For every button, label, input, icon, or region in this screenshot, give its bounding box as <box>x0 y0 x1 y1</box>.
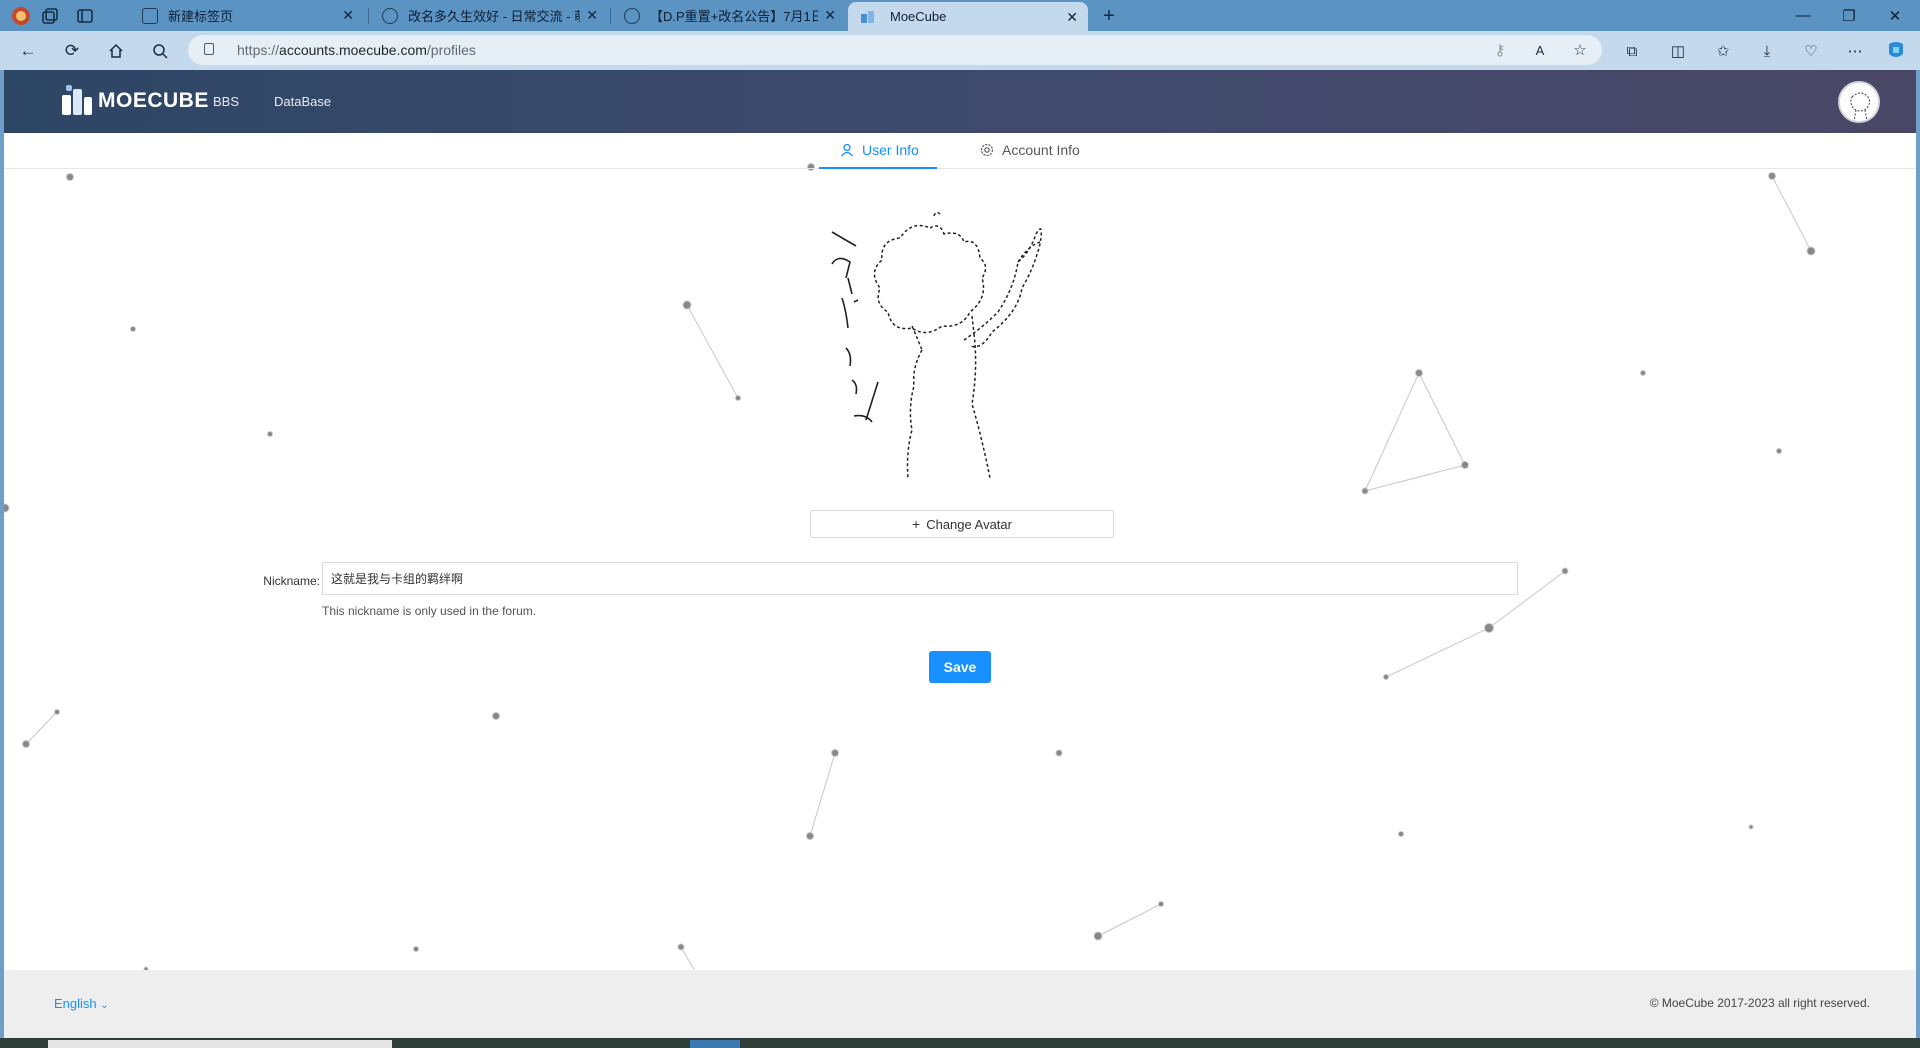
nickname-input[interactable]: 这就是我与卡组的羁绊啊 <box>322 562 1518 595</box>
chevron-down-icon: ⌄ <box>100 1000 109 1011</box>
browser-tab-forum-1[interactable]: 改名多久生效好 - 日常交流 - 萌卡 ✕ <box>370 0 608 31</box>
taskbar-edge <box>0 1038 1920 1048</box>
moecube-logo[interactable]: MOECUBE <box>62 82 209 120</box>
gear-icon <box>980 143 994 157</box>
browser-tab-moecube[interactable]: MoeCube ✕ <box>848 2 1088 31</box>
new-tab-icon[interactable]: + <box>1098 5 1120 27</box>
user-icon <box>840 143 854 157</box>
nickname-label: Nickname: <box>263 574 320 588</box>
copilot-icon[interactable] <box>1884 39 1908 63</box>
profile-tabs: User Info Account Info <box>4 133 1916 169</box>
nav-bbs[interactable]: BBS <box>213 94 239 109</box>
taskbar-window-thumb <box>48 1040 392 1048</box>
chat-bubble-icon <box>382 7 398 24</box>
address-bar-row: ← ⟳ https://accounts.moecube.com/profile… <box>0 31 1920 70</box>
close-icon[interactable]: ✕ <box>1066 9 1078 26</box>
tab-title: 【D.P重置+改名公告】7月1日D.P <box>650 9 818 24</box>
moecube-favicon-icon <box>860 9 876 25</box>
lock-icon <box>204 43 214 55</box>
window-close-icon[interactable]: ✕ <box>1872 0 1918 31</box>
taskbar-app-thumb <box>690 1040 740 1048</box>
tab-account-info[interactable]: Account Info <box>980 142 1080 158</box>
browser-tabstrip: 新建标签页 ✕ 改名多久生效好 - 日常交流 - 萌卡 ✕ 【D.P重置+改名公… <box>0 0 1920 31</box>
split-screen-icon[interactable]: ◫ <box>1666 39 1690 63</box>
more-menu-icon[interactable]: ⋯ <box>1843 39 1867 63</box>
cube-logo-icon <box>62 85 92 117</box>
active-tab-indicator <box>819 167 937 169</box>
refresh-icon[interactable]: ⟳ <box>60 39 84 63</box>
close-icon[interactable]: ✕ <box>342 7 354 24</box>
plus-icon: + <box>912 516 921 532</box>
close-icon[interactable]: ✕ <box>824 7 836 24</box>
restore-icon[interactable]: ❐ <box>1826 0 1872 31</box>
url-text: https://accounts.moecube.com/profiles <box>237 42 476 58</box>
chat-bubble-icon <box>624 7 640 24</box>
save-button[interactable]: Save <box>929 651 991 683</box>
language-selector[interactable]: English ⌄ <box>54 996 109 1011</box>
tab-title: 新建标签页 <box>168 9 234 24</box>
download-icon[interactable]: ⤓ <box>1755 39 1779 63</box>
search-icon[interactable] <box>148 39 172 63</box>
tab-separator <box>368 8 369 24</box>
tab-separator <box>610 8 611 24</box>
browser-essentials-icon[interactable]: ♡ <box>1799 39 1823 63</box>
nickname-value: 这就是我与卡组的羁绊啊 <box>331 572 464 586</box>
browser-tab-newtab[interactable]: 新建标签页 ✕ <box>130 0 364 31</box>
extensions-icon[interactable]: ⧉ <box>1620 39 1644 63</box>
change-avatar-button[interactable]: + Change Avatar <box>810 510 1114 538</box>
user-avatar[interactable] <box>1838 81 1880 123</box>
page-icon <box>142 7 158 24</box>
workspaces-icon[interactable] <box>40 5 62 27</box>
tab-user-info[interactable]: User Info <box>840 142 919 158</box>
close-icon[interactable]: ✕ <box>586 7 598 24</box>
key-icon[interactable]: ⚷ <box>1488 38 1512 62</box>
nav-database[interactable]: DataBase <box>274 94 331 109</box>
site-footer: English ⌄ © MoeCube 2017-2023 all right … <box>4 970 1916 1038</box>
profile-avatar-icon[interactable] <box>10 5 32 27</box>
nickname-help-text: This nickname is only used in the forum. <box>322 604 537 618</box>
tab-label: User Info <box>862 142 919 158</box>
change-avatar-label: Change Avatar <box>926 516 1012 532</box>
home-icon[interactable] <box>104 39 128 63</box>
copyright-text: © MoeCube 2017-2023 all right reserved. <box>1649 996 1870 1010</box>
tab-actions-icon[interactable] <box>74 5 96 27</box>
favorite-star-icon[interactable]: ☆ <box>1568 38 1592 62</box>
tab-title: MoeCube <box>890 9 947 24</box>
site-header: MOECUBE BBS DataBase <box>4 70 1916 133</box>
moecube-page: MOECUBE BBS DataBase User Info Account I… <box>4 70 1916 1038</box>
avatar-image <box>831 211 1043 479</box>
logo-text: MOECUBE <box>98 89 209 112</box>
minimize-icon[interactable]: — <box>1780 0 1826 31</box>
back-arrow-icon[interactable]: ← <box>16 39 40 63</box>
tab-label: Account Info <box>1002 142 1080 158</box>
browser-tab-forum-2[interactable]: 【D.P重置+改名公告】7月1日D.P ✕ <box>612 0 846 31</box>
url-field[interactable]: https://accounts.moecube.com/profiles ⚷ … <box>188 35 1602 65</box>
favorites-icon[interactable]: ✩ <box>1711 39 1735 63</box>
read-aloud-icon[interactable]: A <box>1528 38 1552 62</box>
tab-title: 改名多久生效好 - 日常交流 - 萌卡 <box>408 9 580 24</box>
